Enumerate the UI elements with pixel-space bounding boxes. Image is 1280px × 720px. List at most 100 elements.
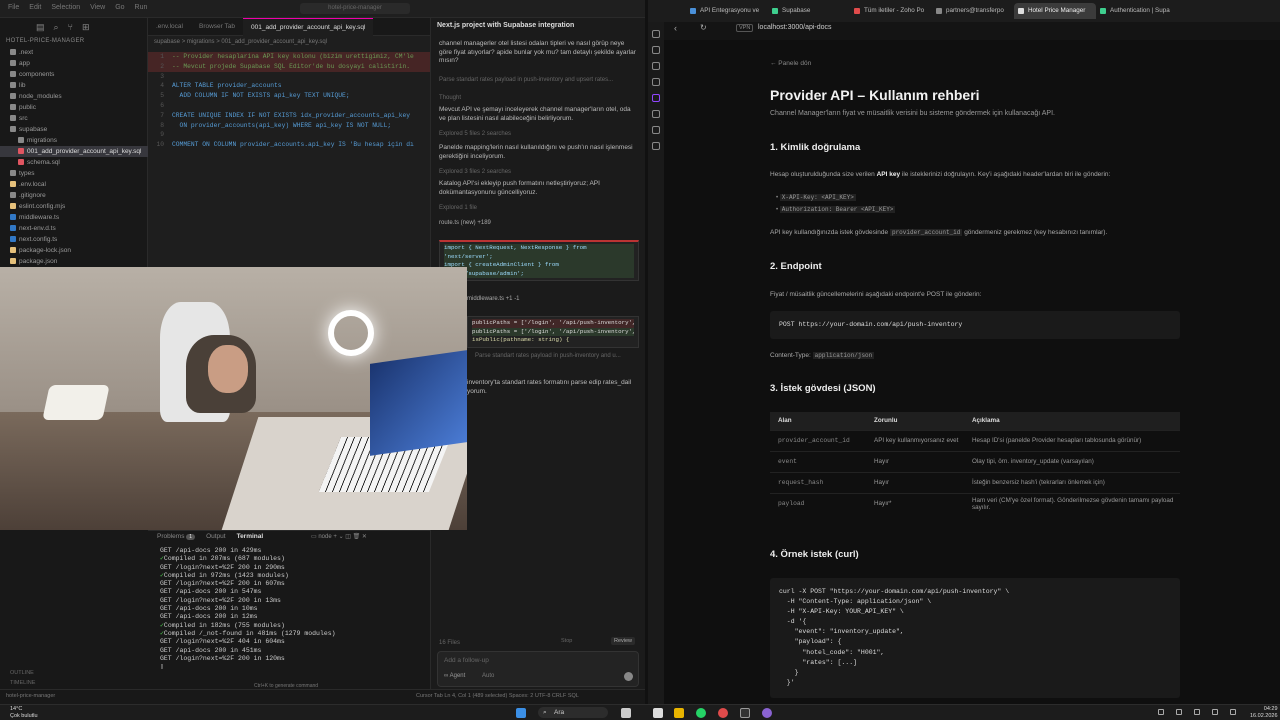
chat-diff-route[interactable]: import { NextRequest, NextResponse } fro… bbox=[439, 240, 639, 281]
chat-step[interactable]: Parse standart rates payload in push-inv… bbox=[439, 76, 639, 85]
chat-file-route[interactable]: route.ts (new) +189 bbox=[439, 219, 639, 228]
task-view-icon[interactable] bbox=[621, 708, 631, 718]
browser-tab[interactable]: partners@transferpo bbox=[932, 3, 1014, 19]
file-tree-item[interactable]: package.json bbox=[0, 256, 148, 267]
messenger-icon[interactable] bbox=[652, 62, 660, 70]
command-center[interactable]: hotel-price-manager bbox=[300, 3, 410, 14]
tray-app-icon[interactable] bbox=[1176, 709, 1182, 715]
menu-run[interactable]: Run bbox=[135, 4, 148, 11]
menu-view[interactable]: View bbox=[90, 4, 105, 11]
agent-mode-selector[interactable]: ∞ Agent bbox=[444, 673, 465, 679]
status-project[interactable]: hotel-price-manager bbox=[6, 693, 55, 699]
clock-icon[interactable] bbox=[652, 126, 660, 134]
file-tree-item[interactable]: supabase bbox=[0, 124, 148, 135]
file-tree-item[interactable]: middleware.ts bbox=[0, 212, 148, 223]
breadcrumb[interactable]: supabase > migrations > 001_add_provider… bbox=[154, 39, 327, 45]
file-tree-item[interactable]: package-lock.json bbox=[0, 245, 148, 256]
tab-terminal[interactable]: Terminal bbox=[237, 533, 264, 540]
file-tree-item[interactable]: next.config.ts bbox=[0, 234, 148, 245]
code-lines[interactable]: 1 -- Provider hesaplarina API key kolonu … bbox=[148, 52, 430, 150]
battery-icon[interactable] bbox=[1230, 709, 1236, 715]
vpn-badge[interactable]: VPN bbox=[736, 24, 754, 32]
timeline-header[interactable]: TIMELINE bbox=[0, 678, 148, 688]
back-to-panel-link[interactable]: ← Panele dön bbox=[770, 60, 811, 67]
code-line[interactable]: 10 COMMENT ON COLUMN provider_accounts.ap… bbox=[148, 140, 430, 150]
files-icon[interactable]: ▤ bbox=[36, 22, 45, 33]
file-tree-item[interactable]: next-env.d.ts bbox=[0, 223, 148, 234]
file-tree-item[interactable]: types bbox=[0, 168, 148, 179]
code-line[interactable]: 8 ON provider_accounts(api_key) WHERE ap… bbox=[148, 121, 430, 131]
search-icon[interactable]: ⌕ bbox=[54, 22, 59, 33]
file-tree-item[interactable]: public bbox=[0, 102, 148, 113]
menu-edit[interactable]: Edit bbox=[29, 4, 41, 11]
code-line[interactable]: 3 bbox=[148, 72, 430, 82]
code-line[interactable]: 4 ALTER TABLE provider_accounts bbox=[148, 81, 430, 91]
chat-diff-middleware[interactable]: publicPaths = ['/login', '/api/push-inve… bbox=[467, 316, 639, 348]
trash-icon[interactable]: 🗑 bbox=[353, 534, 361, 540]
file-tree-item[interactable]: lib bbox=[0, 80, 148, 91]
windows-start-icon[interactable] bbox=[516, 708, 526, 718]
endpoint-code[interactable]: POST https://your-domain.com/api/push-in… bbox=[770, 311, 1180, 339]
tab-migration-sql[interactable]: 001_add_provider_account_api_key.sql bbox=[243, 18, 374, 36]
file-tree-item[interactable]: src bbox=[0, 113, 148, 124]
add-terminal-icon[interactable]: + bbox=[333, 534, 337, 540]
chat-files-count[interactable]: 16 Files bbox=[439, 639, 639, 648]
settings-icon[interactable] bbox=[652, 142, 660, 150]
menu-file[interactable]: File bbox=[8, 4, 19, 11]
terminal-cursor[interactable]: ▯ bbox=[160, 663, 336, 671]
history-icon[interactable] bbox=[652, 110, 660, 118]
chevron-down-icon[interactable]: ⌄ bbox=[339, 534, 344, 540]
browser-tab[interactable]: Tüm iletiler - Zoho Po bbox=[850, 3, 932, 19]
tab-env-local[interactable]: .env.local bbox=[148, 18, 191, 36]
tab-output[interactable]: Output bbox=[206, 533, 226, 540]
curl-code-block[interactable]: curl -X POST "https://your-domain.com/ap… bbox=[770, 578, 1180, 698]
file-tree-item[interactable]: .gitignore bbox=[0, 190, 148, 201]
model-selector[interactable]: Auto bbox=[482, 673, 494, 679]
outline-header[interactable]: OUTLINE bbox=[0, 668, 148, 678]
file-tree-item[interactable]: 001_add_provider_account_api_key.sql bbox=[0, 146, 148, 157]
file-tree-item[interactable]: .next bbox=[0, 47, 148, 58]
code-line[interactable]: 7 CREATE UNIQUE INDEX IF NOT EXISTS idx_p… bbox=[148, 111, 430, 121]
chat-explored-1[interactable]: Explored 5 files 2 searches bbox=[439, 130, 639, 139]
file-tree-item[interactable]: schema.sql bbox=[0, 157, 148, 168]
chat-explored-2[interactable]: Explored 3 files 2 searches bbox=[439, 168, 639, 177]
menu-selection[interactable]: Selection bbox=[51, 4, 80, 11]
file-tree-item[interactable]: components bbox=[0, 69, 148, 80]
widgets-icon[interactable] bbox=[653, 708, 663, 718]
volume-icon[interactable] bbox=[1212, 709, 1218, 715]
file-tree-item[interactable]: node_modules bbox=[0, 91, 148, 102]
browser-tab[interactable]: Supabase bbox=[768, 3, 850, 19]
code-line[interactable]: 9 bbox=[148, 130, 430, 140]
tray-chevron-icon[interactable] bbox=[1158, 709, 1164, 715]
stop-button[interactable]: Stop bbox=[561, 638, 572, 644]
chat-explored-3[interactable]: Explored 1 file bbox=[439, 204, 639, 213]
taskbar-clock[interactable]: 04:29 16.02.2026 bbox=[1250, 706, 1278, 719]
close-icon[interactable]: ✕ bbox=[362, 534, 367, 540]
file-tree-item[interactable]: app bbox=[0, 58, 148, 69]
github-desktop-icon[interactable] bbox=[762, 708, 772, 718]
weather-widget[interactable]: 14°C Çok bulutlu bbox=[10, 706, 38, 719]
reload-icon[interactable]: ↻ bbox=[700, 23, 707, 32]
browser-tab[interactable]: Authentication | Supa bbox=[1096, 3, 1178, 19]
chat-thought[interactable]: Thought bbox=[439, 94, 639, 103]
bookmarks-icon[interactable] bbox=[652, 46, 660, 54]
code-line[interactable]: 1 -- Provider hesaplarina API key kolonu … bbox=[148, 52, 430, 62]
code-line[interactable]: 2 -- Mevcut projede Supabase SQL Editor'd… bbox=[148, 61, 430, 72]
code-line[interactable]: 5 ADD COLUMN IF NOT EXISTS api_key TEXT … bbox=[148, 91, 430, 101]
opera-icon[interactable] bbox=[718, 708, 728, 718]
split-icon[interactable]: ◫ bbox=[345, 534, 351, 540]
tab-browser[interactable]: Browser Tab bbox=[191, 18, 243, 36]
browser-tab[interactable]: API Entegrasyonu ve bbox=[686, 3, 768, 19]
file-tree-item[interactable]: migrations bbox=[0, 135, 148, 146]
taskbar-search[interactable]: ⌕ Ara bbox=[538, 707, 608, 718]
chat-step-2[interactable]: Parse standart rates payload in push-inv… bbox=[475, 352, 639, 361]
terminal-shell-selector[interactable]: ▭ node + ⌄ ◫ 🗑 ✕ bbox=[311, 533, 367, 540]
tab-problems[interactable]: Problems 1 bbox=[157, 533, 196, 540]
code-line[interactable]: 6 bbox=[148, 101, 430, 111]
browser-tab[interactable]: Hotel Price Manager bbox=[1014, 3, 1096, 19]
status-info[interactable]: Cursor Tab Ln 4, Col 1 (489 selected) Sp… bbox=[416, 693, 579, 699]
terminal-output[interactable]: GET /api-docs 200 in 429ms ✓Compiled in 2… bbox=[160, 547, 336, 671]
twitch-icon[interactable] bbox=[652, 94, 660, 102]
url-field[interactable]: localhost:3000/api-docs bbox=[758, 24, 832, 31]
back-icon[interactable]: ‹ bbox=[674, 23, 677, 33]
